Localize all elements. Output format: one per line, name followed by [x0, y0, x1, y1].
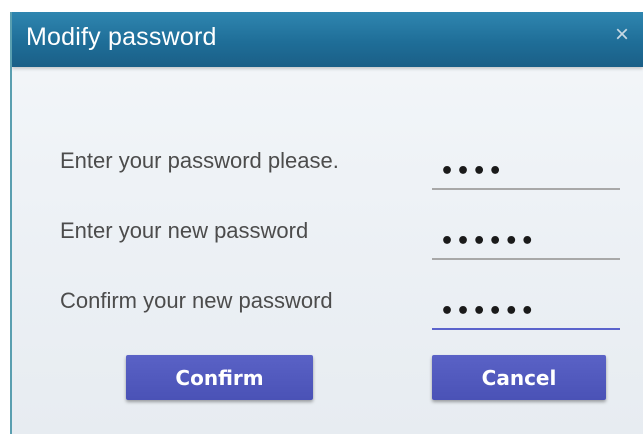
current-password-label: Enter your password please.	[60, 148, 339, 173]
confirm-password-input[interactable]	[434, 294, 620, 328]
confirm-button[interactable]: Confirm	[126, 355, 313, 400]
cancel-button[interactable]: Cancel	[432, 355, 606, 400]
new-password-field	[432, 224, 620, 260]
dialog-titlebar: Modify password ×	[12, 12, 643, 67]
close-icon[interactable]: ×	[609, 22, 635, 48]
confirm-password-label: Confirm your new password	[60, 288, 333, 313]
current-password-input[interactable]	[434, 154, 620, 188]
new-password-input[interactable]	[434, 224, 620, 258]
confirm-password-field	[432, 294, 620, 330]
modify-password-dialog: Modify password × Enter your password pl…	[10, 12, 643, 434]
dialog-title: Modify password	[26, 23, 217, 51]
current-password-field	[432, 154, 620, 190]
new-password-label: Enter your new password	[60, 218, 309, 243]
